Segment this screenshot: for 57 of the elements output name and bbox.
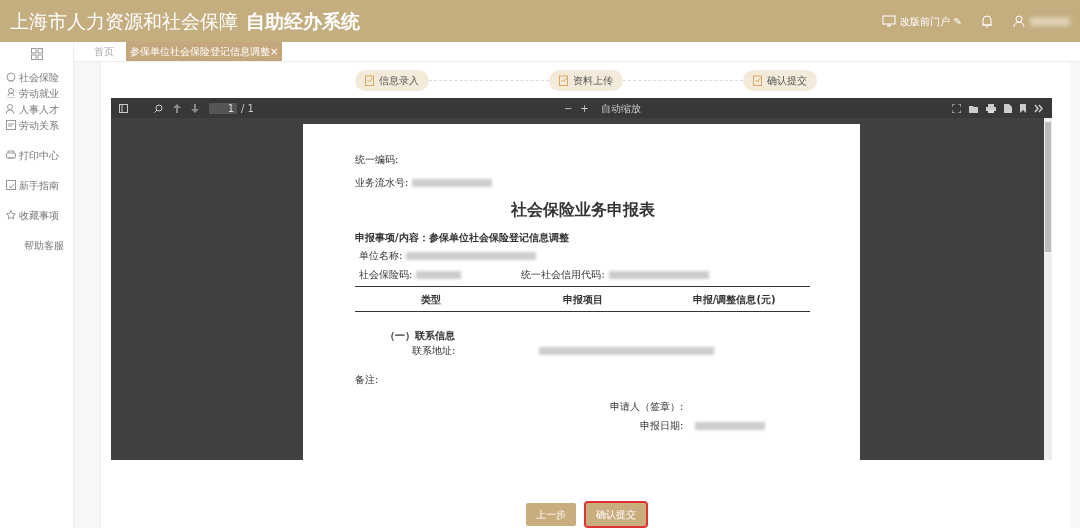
field-label: 申请人（签章）: — [610, 400, 684, 414]
user-icon[interactable] — [1012, 14, 1026, 28]
fullscreen-icon[interactable] — [952, 103, 961, 113]
search-icon[interactable] — [154, 103, 163, 113]
page-count: / 1 — [241, 101, 254, 116]
column-header: 类型 — [419, 292, 442, 307]
sidebar-item[interactable]: 人事人才 — [19, 101, 59, 117]
sidebar-item[interactable]: 社会保险 — [19, 69, 59, 85]
redacted-value — [695, 421, 766, 430]
field-label: 单位名称: — [359, 249, 403, 263]
zoom-in-button[interactable]: + — [580, 100, 589, 116]
field-label: 申报日期: — [640, 419, 684, 433]
clipboard-icon — [364, 74, 375, 86]
arrow-down-icon[interactable] — [191, 103, 199, 113]
bell-icon[interactable] — [980, 14, 994, 28]
folder-icon[interactable] — [969, 103, 978, 113]
field-label: 联系地址: — [412, 344, 456, 358]
sidebar-item[interactable]: 劳动就业 — [19, 85, 59, 101]
app-title: 上海市人力资源和社会保障 — [10, 8, 238, 34]
grid-icon[interactable] — [30, 48, 43, 60]
redacted-username — [1030, 16, 1070, 26]
redacted-value — [416, 270, 462, 279]
step-label: 资料上传 — [572, 73, 613, 88]
field-label: 社会保险码: — [359, 268, 413, 282]
sidebar-item[interactable]: 打印中心 — [19, 147, 59, 163]
page-number-field[interactable]: 1 — [209, 102, 237, 114]
printer-icon[interactable] — [986, 103, 996, 113]
sidebar-item[interactable]: 收藏事项 — [19, 207, 59, 223]
bookmark-icon[interactable] — [1020, 103, 1026, 113]
form-icon[interactable] — [6, 120, 16, 130]
zoom-out-button[interactable]: − — [563, 100, 573, 116]
item-line: 申报事项/内容：参保单位社会保险登记信息调整 — [355, 231, 569, 245]
step-label: 确认提交 — [766, 73, 807, 88]
sidebar-item[interactable]: 帮助客服 — [24, 237, 64, 253]
column-header: 申报/调整信息(元) — [691, 292, 777, 307]
field-label: 业务流水号: — [355, 176, 409, 190]
section-heading: （一）联系信息 — [385, 329, 455, 343]
column-header: 申报项目 — [561, 292, 604, 307]
star-icon[interactable] — [6, 210, 16, 220]
field-label: 统一编码: — [355, 153, 399, 167]
document-title: 社会保险业务申报表 — [509, 199, 656, 221]
step-label: 信息录入 — [378, 73, 419, 88]
field-label: 统一社会信用代码: — [521, 268, 605, 282]
zoom-select[interactable]: 自动缩放 — [596, 100, 645, 116]
sidebar-item[interactable]: 劳动关系 — [19, 117, 59, 133]
double-chevron-icon[interactable] — [1034, 103, 1044, 113]
sidebar-item[interactable]: 新手指南 — [19, 177, 59, 193]
clipboard-icon — [752, 74, 763, 86]
document-icon[interactable] — [1004, 103, 1012, 113]
field-label: 备注: — [355, 373, 379, 387]
arrow-up-icon[interactable] — [173, 103, 181, 113]
clipboard-icon — [558, 74, 569, 86]
sidebar-toggle-icon[interactable] — [119, 103, 128, 113]
monitor-icon[interactable] — [881, 15, 896, 27]
person-icon[interactable] — [6, 88, 16, 98]
people-icon[interactable] — [6, 104, 16, 114]
app-subtitle: 自助经办系统 — [246, 8, 360, 34]
